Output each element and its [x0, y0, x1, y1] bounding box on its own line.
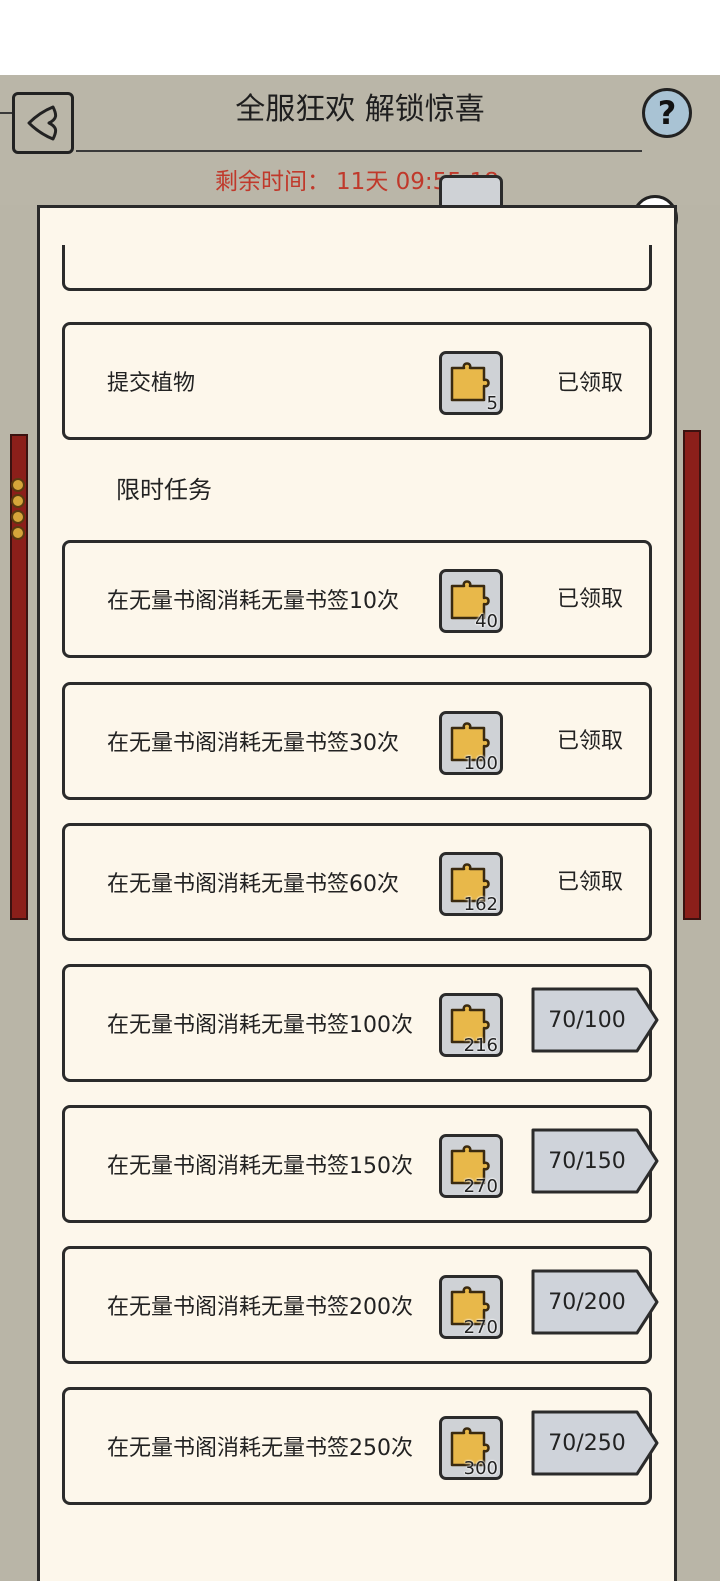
countdown-timer: 剩余时间： 11天 09:55:18	[0, 162, 720, 196]
progress-text: 70/200	[548, 1289, 626, 1315]
task-card: 提交植物 5 已领取	[62, 322, 652, 440]
reward-quantity: 216	[463, 1035, 498, 1056]
reward-quantity: 162	[463, 894, 498, 915]
task-card: 在无量书阁消耗无量书签60次 162 已领取	[62, 823, 652, 941]
reward-quantity: 270	[463, 1176, 498, 1197]
page-title: 全服狂欢 解锁惊喜	[235, 92, 485, 127]
task-card: 在无量书阁消耗无量书签10次 40 已领取	[62, 540, 652, 658]
task-name: 提交植物	[107, 371, 196, 396]
task-name: 在无量书阁消耗无量书签200次	[107, 1295, 413, 1320]
claimed-status: 已领取	[557, 729, 624, 754]
reward-item[interactable]: 270	[439, 1275, 503, 1339]
progress-text: 70/250	[548, 1430, 626, 1456]
section-title: 限时任务	[116, 476, 212, 504]
reward-item[interactable]: 300	[439, 1416, 503, 1480]
reward-item[interactable]: 162	[439, 852, 503, 916]
status-bar-area	[0, 0, 720, 75]
reward-item[interactable]: 270	[439, 1134, 503, 1198]
task-name: 在无量书阁消耗无量书签30次	[107, 731, 399, 756]
help-icon: ?	[657, 94, 677, 132]
task-card: 在无量书阁消耗无量书签100次 216 70/100	[62, 964, 659, 1082]
coin-icon	[11, 510, 25, 524]
task-card: 在无量书阁消耗无量书签30次 100 已领取	[62, 682, 652, 800]
claimed-status: 已领取	[557, 870, 624, 895]
progress-tag[interactable]: 70/100	[531, 987, 659, 1053]
reward-quantity: 100	[463, 753, 498, 774]
task-name: 在无量书阁消耗无量书签10次	[107, 589, 399, 614]
coin-icon	[11, 526, 25, 540]
progress-tag[interactable]: 70/150	[531, 1128, 659, 1194]
reward-item[interactable]: 100	[439, 711, 503, 775]
coin-icon	[11, 494, 25, 508]
task-name: 在无量书阁消耗无量书签60次	[107, 872, 399, 897]
progress-text: 70/100	[548, 1007, 626, 1033]
reward-quantity: 40	[475, 611, 498, 632]
task-card: 在无量书阁消耗无量书签250次 300 70/250	[62, 1387, 659, 1505]
task-name: 在无量书阁消耗无量书签150次	[107, 1154, 413, 1179]
claimed-status: 已领取	[557, 371, 624, 396]
reward-quantity: 270	[463, 1317, 498, 1338]
task-card: 在无量书阁消耗无量书签200次 270 70/200	[62, 1246, 659, 1364]
task-name: 在无量书阁消耗无量书签100次	[107, 1013, 413, 1038]
task-name: 在无量书阁消耗无量书签250次	[107, 1436, 413, 1461]
progress-text: 70/150	[548, 1148, 626, 1174]
progress-tag[interactable]: 70/200	[531, 1269, 659, 1335]
reward-quantity: 300	[463, 1458, 498, 1479]
reward-item[interactable]: 216	[439, 993, 503, 1057]
divider	[76, 150, 642, 152]
reward-quantity: 5	[486, 393, 498, 414]
reward-item[interactable]: 5	[439, 351, 503, 415]
help-button[interactable]: ?	[642, 88, 692, 138]
reward-item[interactable]: 40	[439, 569, 503, 633]
claimed-status: 已领取	[557, 587, 624, 612]
panel-top-edge	[37, 205, 677, 245]
coin-icon	[11, 478, 25, 492]
timer-label: 剩余时间：	[215, 169, 331, 195]
task-card: 在无量书阁消耗无量书签150次 270 70/150	[62, 1105, 659, 1223]
right-scroll-rail	[683, 430, 701, 920]
progress-tag[interactable]: 70/250	[531, 1410, 659, 1476]
